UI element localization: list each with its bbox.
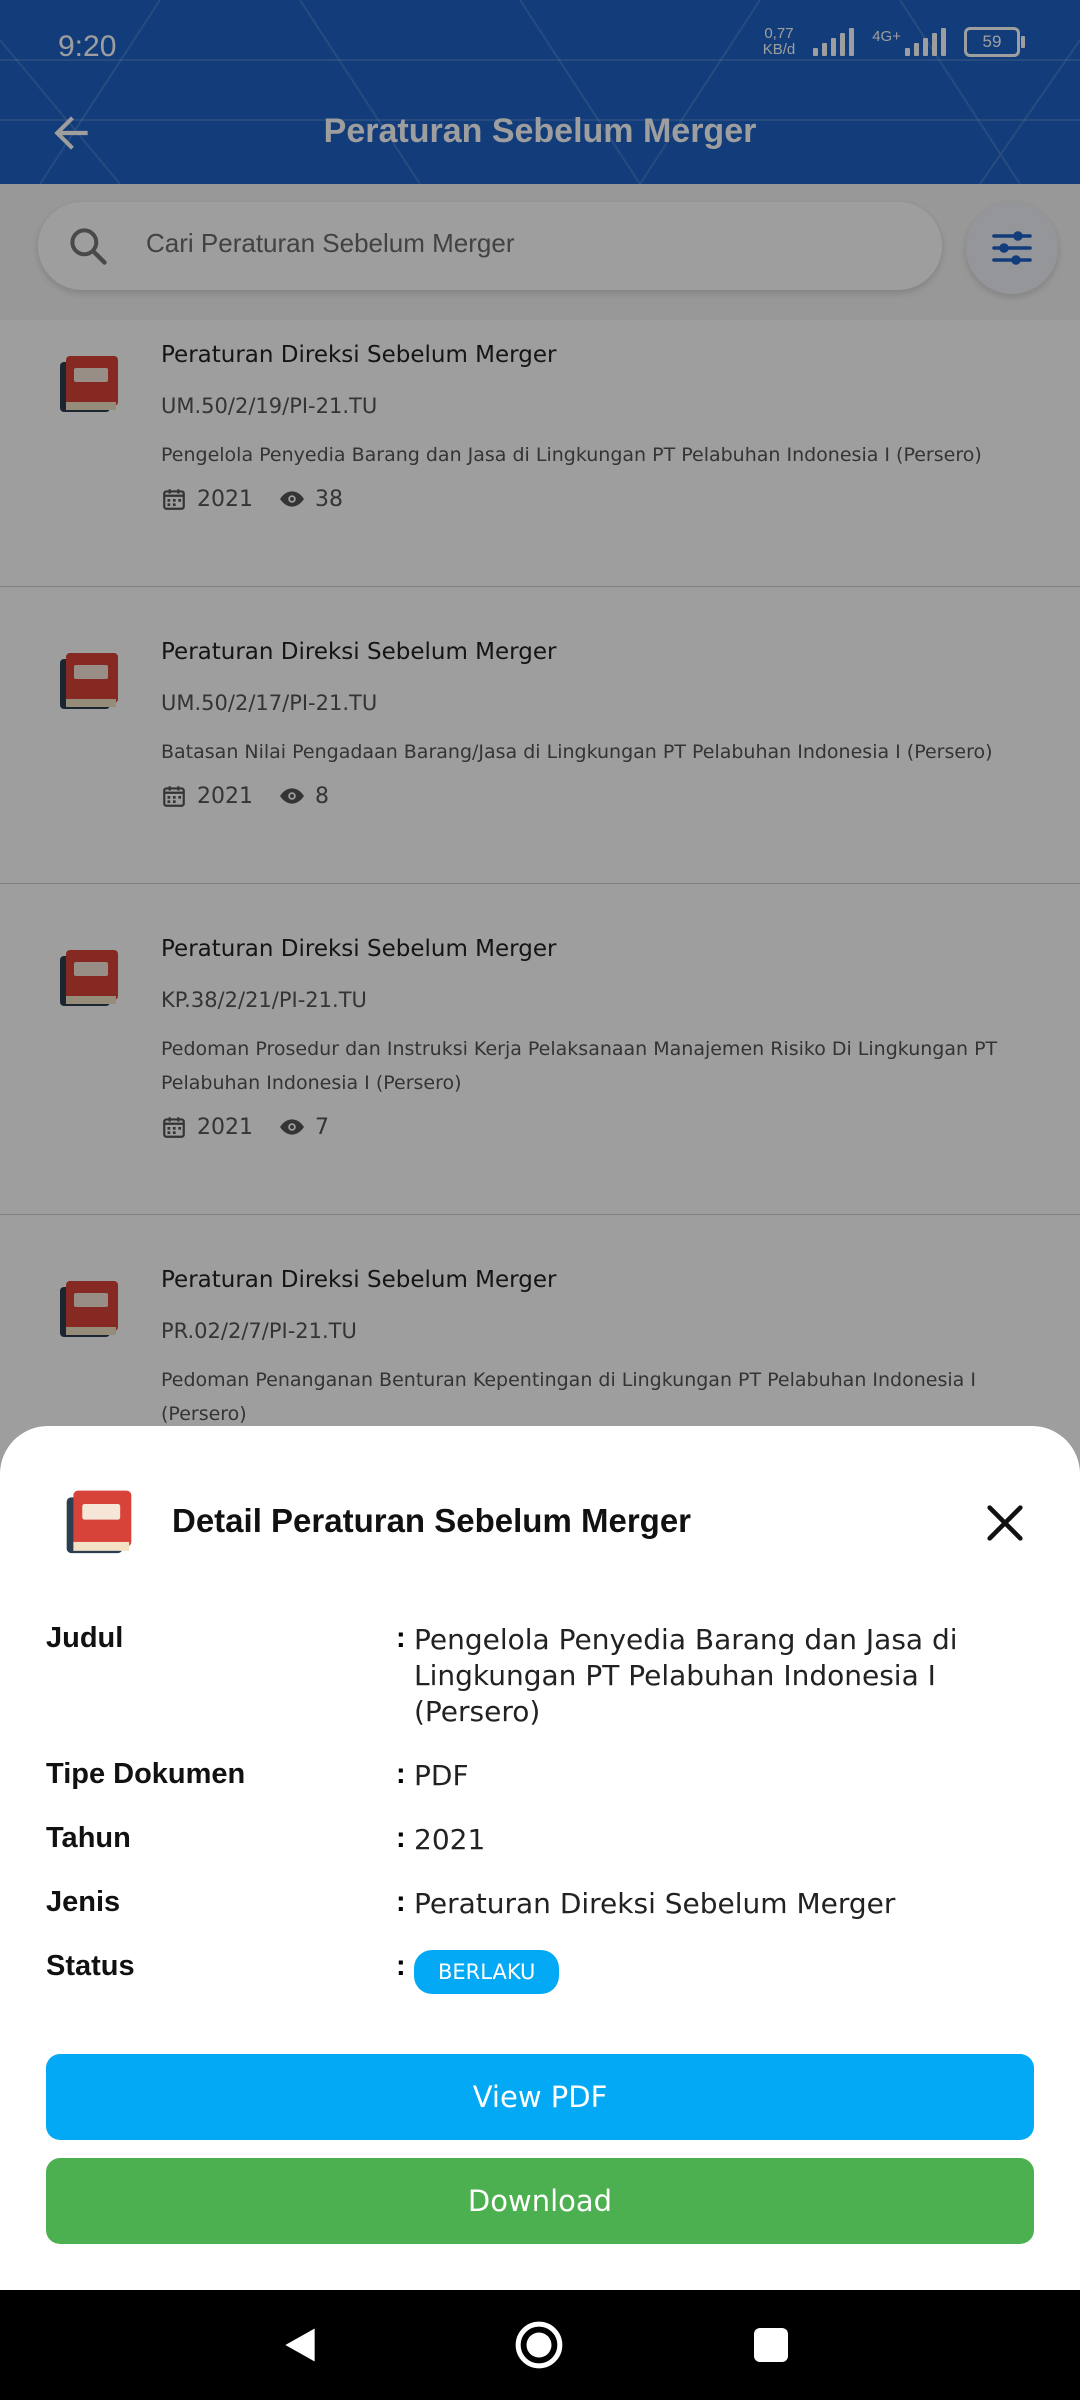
detail-bottom-sheet: Detail Peraturan Sebelum Merger Judul : …: [0, 1426, 1080, 2290]
book-icon: [66, 1490, 132, 1554]
detail-value: PDF: [414, 1759, 469, 1792]
status-badge: BERLAKU: [414, 1950, 560, 1994]
detail-value: 2021: [414, 1823, 486, 1856]
detail-row-tahun: Tahun : 2021: [46, 1822, 1036, 1886]
download-button[interactable]: Download: [46, 2158, 1034, 2244]
detail-colon: :: [396, 1622, 406, 1654]
detail-colon: :: [396, 1758, 406, 1790]
detail-value: Peraturan Direksi Sebelum Merger: [414, 1887, 896, 1920]
detail-colon: :: [396, 1822, 406, 1854]
detail-row-status: Status : BERLAKU: [46, 1950, 1036, 2014]
view-pdf-button[interactable]: View PDF: [46, 2054, 1034, 2140]
detail-colon: :: [396, 1886, 406, 1918]
detail-rows: Judul : Pengelola Penyedia Barang dan Ja…: [46, 1622, 1036, 2014]
detail-row-judul: Judul : Pengelola Penyedia Barang dan Ja…: [46, 1622, 1036, 1758]
sheet-title: Detail Peraturan Sebelum Merger: [172, 1502, 692, 1539]
close-icon[interactable]: [982, 1500, 1028, 1546]
detail-row-jenis: Jenis : Peraturan Direksi Sebelum Merger: [46, 1886, 1036, 1950]
detail-label: Status: [46, 1950, 135, 1982]
detail-label: Jenis: [46, 1886, 121, 1918]
detail-row-tipe: Tipe Dokumen : PDF: [46, 1758, 1036, 1822]
nav-recent-icon[interactable]: [754, 2328, 788, 2362]
detail-value: Pengelola Penyedia Barang dan Jasa di Li…: [414, 1623, 958, 1728]
system-nav-bar: [0, 2290, 1080, 2400]
detail-label: Tahun: [46, 1822, 131, 1854]
detail-label: Tipe Dokumen: [46, 1758, 246, 1790]
nav-back-icon[interactable]: [278, 2320, 322, 2370]
nav-home-icon[interactable]: [514, 2320, 564, 2370]
detail-label: Judul: [46, 1622, 124, 1654]
detail-colon: :: [396, 1950, 406, 1982]
